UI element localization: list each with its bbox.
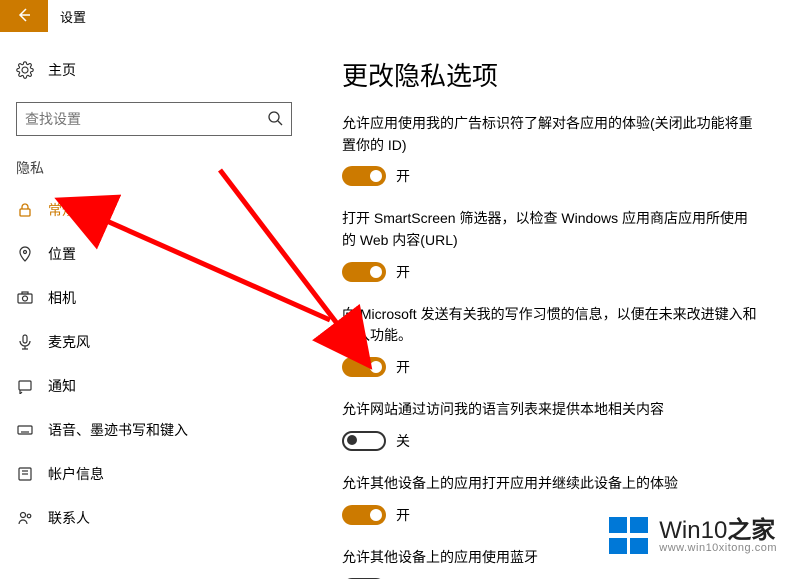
sidebar-item-location[interactable]: 位置 [0, 232, 308, 276]
sidebar-item-label: 联系人 [48, 508, 90, 528]
toggle-label: 开 [396, 262, 410, 282]
setting-desc: 打开 SmartScreen 筛选器，以检查 Windows 应用商店应用所使用… [342, 208, 761, 251]
sidebar-item-label: 麦克风 [48, 332, 90, 352]
titlebar: 设置 [0, 0, 791, 32]
sidebar-item-label: 语音、墨迹书写和键入 [48, 420, 188, 440]
setting-advertising-id: 允许应用使用我的广告标识符了解对各应用的体验(关闭此功能将重置你的 ID) 开 [342, 113, 761, 186]
sidebar-group-label: 隐私 [0, 154, 308, 188]
toggle-label: 关 [396, 431, 410, 451]
arrow-left-icon [16, 7, 32, 26]
lock-icon [16, 202, 34, 218]
microphone-icon [16, 334, 34, 350]
sidebar-item-notifications[interactable]: 通知 [0, 364, 308, 408]
main-layout: 主页 隐私 常规 位置 相机 麦克风 通知 [0, 32, 791, 579]
contacts-icon [16, 510, 34, 526]
setting-language-list: 允许网站通过访问我的语言列表来提供本地相关内容 关 [342, 399, 761, 451]
content-pane: 更改隐私选项 允许应用使用我的广告标识符了解对各应用的体验(关闭此功能将重置你的… [308, 32, 791, 579]
sidebar-item-label: 相机 [48, 288, 76, 308]
location-icon [16, 246, 34, 262]
toggle-label: 开 [396, 357, 410, 377]
toggle-label: 开 [396, 505, 410, 525]
keyboard-icon [16, 422, 34, 438]
watermark: Win10之家 www.win10xitong.com [609, 517, 777, 555]
page-title: 更改隐私选项 [342, 56, 761, 93]
account-icon [16, 466, 34, 482]
search-box[interactable] [16, 102, 292, 136]
toggle-label: 开 [396, 166, 410, 186]
sidebar-home[interactable]: 主页 [0, 52, 308, 88]
setting-desc: 允许其他设备上的应用打开应用并继续此设备上的体验 [342, 473, 761, 495]
sidebar-item-label: 通知 [48, 376, 76, 396]
sidebar-item-general[interactable]: 常规 [0, 188, 308, 232]
notification-icon [16, 378, 34, 394]
sidebar-item-camera[interactable]: 相机 [0, 276, 308, 320]
sidebar-item-speech[interactable]: 语音、墨迹书写和键入 [0, 408, 308, 452]
sidebar-item-account[interactable]: 帐户信息 [0, 452, 308, 496]
back-button[interactable] [0, 0, 48, 32]
setting-desc: 允许应用使用我的广告标识符了解对各应用的体验(关闭此功能将重置你的 ID) [342, 113, 761, 156]
sidebar-home-label: 主页 [48, 60, 76, 80]
setting-desc: 向 Microsoft 发送有关我的写作习惯的信息，以便在未来改进键入和写入功能… [342, 304, 761, 347]
watermark-url: www.win10xitong.com [659, 543, 777, 554]
toggle-advertising-id[interactable] [342, 166, 386, 186]
watermark-text: Win10之家 [659, 519, 777, 543]
sidebar-item-label: 帐户信息 [48, 464, 104, 484]
toggle-language-list[interactable] [342, 431, 386, 451]
sidebar-item-contacts[interactable]: 联系人 [0, 496, 308, 540]
setting-typing-info: 向 Microsoft 发送有关我的写作习惯的信息，以便在未来改进键入和写入功能… [342, 304, 761, 377]
window-title: 设置 [48, 0, 86, 32]
setting-desc: 允许网站通过访问我的语言列表来提供本地相关内容 [342, 399, 761, 421]
windows-logo-icon [609, 517, 651, 555]
sidebar: 主页 隐私 常规 位置 相机 麦克风 通知 [0, 32, 308, 579]
search-icon [267, 110, 283, 129]
gear-icon [16, 61, 34, 79]
sidebar-item-label: 位置 [48, 244, 76, 264]
toggle-smartscreen[interactable] [342, 262, 386, 282]
toggle-typing-info[interactable] [342, 357, 386, 377]
sidebar-item-label: 常规 [48, 200, 76, 220]
toggle-other-devices-apps[interactable] [342, 505, 386, 525]
search-input[interactable] [25, 111, 267, 127]
camera-icon [16, 290, 34, 306]
setting-smartscreen: 打开 SmartScreen 筛选器，以检查 Windows 应用商店应用所使用… [342, 208, 761, 281]
sidebar-item-microphone[interactable]: 麦克风 [0, 320, 308, 364]
